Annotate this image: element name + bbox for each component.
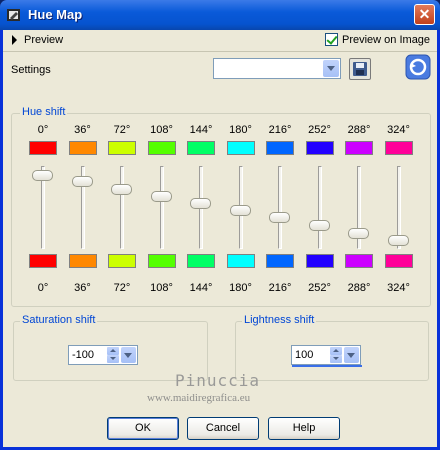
hue-slider-thumb[interactable] — [308, 220, 330, 232]
hue-slider-thumb[interactable] — [229, 205, 251, 217]
lightness-spinner[interactable] — [330, 347, 342, 363]
preview-row: Preview Preview on Image — [3, 30, 437, 52]
hue-bottom-swatch — [384, 254, 413, 268]
lightness-shift-group: Lightness shift 100 — [235, 314, 429, 381]
close-button[interactable]: ✕ — [414, 4, 435, 25]
hue-slider-thumb[interactable] — [71, 176, 93, 188]
cancel-button[interactable]: Cancel — [187, 417, 259, 440]
hue-bottom-swatch — [266, 254, 294, 268]
hue-slider-thumb[interactable] — [190, 198, 211, 209]
hue-top-label: 0° — [37, 124, 49, 136]
hue-bottom-swatch — [187, 254, 215, 268]
hue-top-swatch — [68, 141, 97, 155]
hue-top-label: 180° — [229, 124, 252, 136]
hue-slider-track[interactable] — [317, 166, 322, 249]
hue-top-label: 108° — [150, 124, 173, 136]
hue-bottom-label: 180° — [229, 282, 252, 294]
hue-bottom-swatch — [108, 254, 136, 268]
saturation-shift-title: Saturation shift — [20, 314, 98, 326]
spin-down-icon[interactable] — [330, 355, 342, 363]
save-preset-button[interactable] — [349, 58, 371, 80]
watermark-name: Pinuccia — [175, 371, 261, 390]
hue-slider-track[interactable] — [120, 166, 124, 249]
hue-top-label: 36° — [74, 124, 91, 136]
hue-bottom-label: 216° — [268, 282, 292, 294]
hue-top-label: 288° — [347, 124, 371, 136]
hue-slider-track[interactable] — [278, 166, 282, 249]
hue-top-swatch — [266, 141, 294, 155]
paint-shop-icon — [7, 9, 20, 21]
saturation-shift-value: -100 — [72, 349, 95, 361]
hue-top-label: 72° — [113, 124, 131, 136]
spin-up-icon[interactable] — [107, 347, 119, 355]
hue-top-swatch — [147, 141, 176, 155]
help-button[interactable]: Help — [268, 417, 340, 440]
dialog-body: Preview Preview on Image Settings Hue sh… — [3, 30, 437, 447]
saturation-shift-input[interactable]: -100 — [68, 345, 138, 365]
hue-bottom-label: 108° — [150, 282, 173, 294]
settings-row: Settings — [3, 53, 437, 87]
hue-top-label: 324° — [387, 124, 410, 136]
hue-shift-title: Hue shift — [20, 106, 68, 118]
hue-bottom-swatch — [345, 254, 373, 268]
expand-arrow-icon[interactable] — [12, 35, 17, 45]
saturation-spinner[interactable] — [107, 347, 119, 363]
ok-button[interactable]: OK — [107, 417, 179, 440]
floppy-disk-icon — [353, 62, 367, 76]
watermark-url: www.maidiregrafica.eu — [147, 392, 251, 404]
hue-top-swatch — [187, 141, 215, 155]
hue-bottom-swatch — [29, 254, 57, 268]
hue-top-swatch — [108, 141, 136, 155]
hue-bottom-label: 252° — [308, 282, 331, 294]
close-icon: ✕ — [418, 6, 431, 22]
focus-underline — [292, 365, 362, 367]
preview-on-image-checkbox[interactable] — [325, 33, 338, 46]
hue-bottom-swatch — [147, 254, 176, 268]
hue-slider-thumb[interactable] — [387, 234, 409, 246]
hue-top-label: 144° — [189, 124, 213, 136]
hue-bottom-label: 324° — [387, 282, 410, 294]
hue-slider-thumb[interactable] — [111, 183, 132, 195]
hue-bottom-swatch — [305, 254, 334, 268]
hue-top-swatch — [29, 141, 57, 155]
reset-icon[interactable] — [405, 54, 431, 80]
preview-toggle-label[interactable]: Preview — [24, 34, 63, 46]
spin-up-icon[interactable] — [330, 347, 342, 355]
hue-top-label: 252° — [308, 124, 331, 136]
hue-slider-thumb[interactable] — [32, 170, 53, 181]
title-bar[interactable]: Hue Map ✕ — [0, 0, 440, 30]
hue-bottom-label: 0° — [37, 282, 49, 294]
lightness-shift-title: Lightness shift — [242, 314, 317, 326]
preview-on-image-label[interactable]: Preview on Image — [342, 34, 430, 46]
chevron-down-icon[interactable] — [121, 347, 136, 363]
lightness-shift-value: 100 — [295, 349, 314, 361]
hue-slider-thumb[interactable] — [348, 227, 369, 239]
lightness-shift-input[interactable]: 100 — [291, 345, 362, 367]
settings-preset-dropdown[interactable] — [213, 58, 341, 79]
hue-top-label: 216° — [268, 124, 292, 136]
hue-bottom-swatch — [68, 254, 97, 268]
hue-top-swatch — [226, 141, 255, 155]
hue-slider-thumb[interactable] — [150, 190, 172, 202]
hue-bottom-label: 72° — [113, 282, 131, 294]
hue-top-swatch — [345, 141, 373, 155]
hue-bottom-label: 144° — [189, 282, 213, 294]
spin-down-icon[interactable] — [107, 355, 119, 363]
settings-label: Settings — [11, 64, 51, 76]
hue-slider-thumb[interactable] — [269, 212, 290, 224]
hue-map-window: Hue Map ✕ Preview Preview on Image Setti… — [0, 0, 440, 450]
window-title: Hue Map — [28, 7, 83, 22]
chevron-down-icon[interactable] — [344, 347, 359, 363]
hue-slider-track[interactable] — [159, 166, 164, 249]
chevron-down-icon[interactable] — [323, 60, 339, 77]
hue-bottom-label: 36° — [74, 282, 91, 294]
hue-top-swatch — [384, 141, 413, 155]
hue-bottom-label: 288° — [347, 282, 371, 294]
hue-top-swatch — [305, 141, 334, 155]
hue-bottom-swatch — [226, 254, 255, 268]
